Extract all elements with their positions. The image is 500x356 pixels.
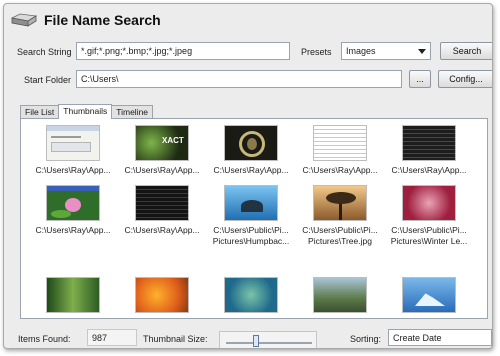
thumbnail-size-slider[interactable]	[219, 331, 317, 348]
items-found-label: Items Found:	[18, 334, 71, 344]
thumbnail-item[interactable]	[208, 277, 294, 313]
title-row: File Name Search	[10, 9, 161, 31]
thumbnail-item[interactable]: C:\Users\Ray\App...	[30, 185, 116, 236]
thumbnail-image	[402, 277, 456, 313]
thumbnail-caption: C:\Users\Ray\App...	[124, 165, 200, 175]
thumbnail-item[interactable]: C:\Users\Public\Pi... Pictures\Tree.jpg	[297, 185, 383, 247]
start-folder-label: Start Folder	[24, 75, 72, 85]
slider-handle[interactable]	[253, 335, 260, 347]
thumbnail-item[interactable]	[30, 277, 116, 313]
thumbnail-image	[224, 277, 278, 313]
thumbnail-caption: C:\Users\Ray\App...	[213, 165, 289, 175]
search-button[interactable]: Search	[440, 42, 492, 60]
thumbnail-image	[402, 125, 456, 161]
thumbnail-item[interactable]	[119, 277, 205, 313]
thumbnail-caption: C:\Users\Public\Pi...	[302, 225, 378, 235]
thumbnail-image	[46, 277, 100, 313]
thumbnail-item[interactable]: C:\Users\Ray\App...	[119, 185, 205, 236]
thumbnail-image	[135, 277, 189, 313]
thumbnail-image	[135, 185, 189, 221]
thumbnail-image	[46, 185, 100, 221]
sorting-label: Sorting:	[350, 334, 382, 344]
slider-track-line	[226, 342, 312, 344]
presets-value: Images	[346, 46, 376, 56]
thumbnail-caption: C:\Users\Ray\App...	[35, 165, 111, 175]
config-button[interactable]: Config...	[438, 70, 492, 88]
thumbnail-image	[224, 125, 278, 161]
thumbnail-item[interactable]: C:\Users\Ray\App...	[30, 125, 116, 176]
search-string-label: Search String	[17, 47, 72, 57]
thumbnail-caption: C:\Users\Ray\App...	[124, 225, 200, 235]
browse-folder-button[interactable]: ...	[409, 70, 431, 88]
tab-thumbnails[interactable]: Thumbnails	[58, 104, 113, 119]
thumbnail-caption: C:\Users\Ray\App...	[35, 225, 111, 235]
sorting-value: Create Date	[393, 333, 442, 343]
thumbnails-panel: C:\Users\Ray\App... XACT C:\Users\Ray\Ap…	[20, 118, 488, 319]
thumbnail-caption: C:\Users\Ray\App...	[302, 165, 378, 175]
thumbnail-caption-line2: Pictures\Winter Le...	[390, 236, 468, 246]
thumbnail-caption: C:\Users\Public\Pi...	[213, 225, 289, 235]
chevron-down-icon	[418, 49, 426, 54]
thumbnail-image	[313, 125, 367, 161]
thumbnail-caption: C:\Users\Ray\App...	[391, 165, 467, 175]
thumbnail-caption: C:\Users\Public\Pi...	[391, 225, 467, 235]
items-found-value: 987	[87, 329, 137, 346]
thumbnail-caption-line2: Pictures\Tree.jpg	[308, 236, 372, 246]
thumbnail-image	[313, 185, 367, 221]
thumbnail-image	[224, 185, 278, 221]
thumbnail-size-label: Thumbnail Size:	[143, 334, 208, 344]
tab-timeline[interactable]: Timeline	[111, 105, 154, 118]
thumbnail-item[interactable]: C:\Users\Ray\App...	[386, 125, 472, 176]
presets-label: Presets	[301, 47, 332, 57]
search-string-input[interactable]: *.gif;*.png;*.bmp;*.jpg;*.jpeg	[76, 42, 290, 60]
thumbnail-item[interactable]: C:\Users\Public\Pi... Pictures\Winter Le…	[386, 185, 472, 247]
thumbnail-item[interactable]: XACT C:\Users\Ray\App...	[119, 125, 205, 176]
thumbnail-item[interactable]: C:\Users\Ray\App...	[208, 125, 294, 176]
start-folder-input[interactable]: C:\Users\	[76, 70, 402, 88]
thumbnail-item[interactable]: C:\Users\Public\Pi... Pictures\Humpbac..…	[208, 185, 294, 247]
file-name-search-window: File Name Search Search String *.gif;*.p…	[3, 3, 493, 349]
thumbnail-image	[313, 277, 367, 313]
thumbnail-caption-line2: Pictures\Humpbac...	[212, 236, 290, 246]
thumbnail-item[interactable]	[386, 277, 472, 313]
tab-file-list[interactable]: File List	[20, 105, 60, 118]
sorting-select[interactable]: Create Date	[388, 329, 492, 346]
thumbnail-image	[402, 185, 456, 221]
hard-drive-icon	[10, 13, 38, 27]
thumbnail-image: XACT	[135, 125, 189, 161]
presets-select[interactable]: Images	[341, 42, 431, 60]
app-title: File Name Search	[44, 12, 161, 28]
thumbnail-image	[46, 125, 100, 161]
view-tabs: File List Thumbnails Timeline	[20, 104, 154, 119]
thumbnail-item[interactable]	[297, 277, 383, 313]
thumbnail-item[interactable]: C:\Users\Ray\App...	[297, 125, 383, 176]
